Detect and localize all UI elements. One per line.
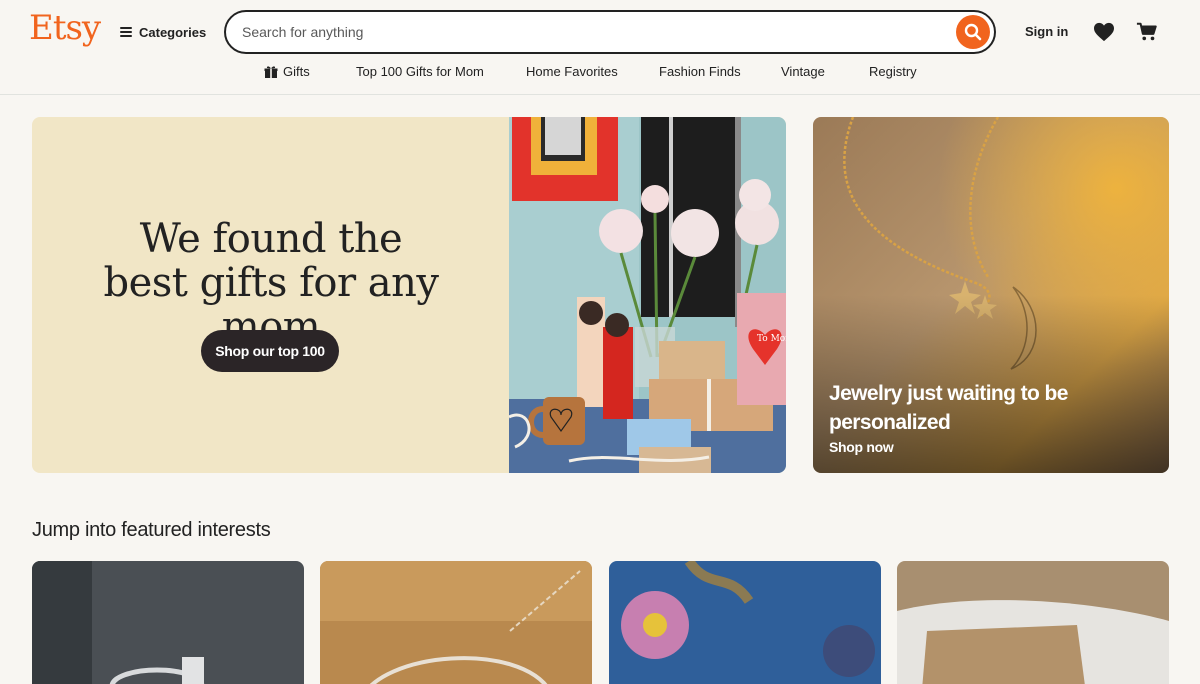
hero-banner: We found the best gifts for any mom Shop… (32, 117, 786, 473)
jewelry-promo-title: Jewelry just waiting to be personalized (829, 382, 1068, 434)
shop-now-link[interactable]: Shop now (829, 439, 894, 455)
site-header: Etsy Categories Sign in (0, 0, 1200, 95)
cart-icon[interactable] (1136, 21, 1158, 43)
search-bar (224, 10, 996, 54)
nav-item-home-favorites[interactable]: Home Favorites (526, 64, 618, 79)
to-mom-card-text: To Mom (757, 334, 786, 344)
search-icon (964, 23, 982, 41)
featured-card-rings[interactable] (32, 561, 304, 684)
featured-image-bag (897, 561, 1169, 684)
shop-top-100-button[interactable]: Shop our top 100 (201, 330, 339, 372)
categories-label: Categories (139, 24, 207, 40)
nav-item-top-100-gifts-for-mom[interactable]: Top 100 Gifts for Mom (356, 64, 484, 79)
featured-card-bag[interactable] (897, 561, 1169, 684)
categories-button[interactable]: Categories (120, 20, 206, 44)
sign-in-link[interactable]: Sign in (1025, 24, 1068, 39)
etsy-logo[interactable]: Etsy (29, 8, 101, 48)
search-input[interactable] (242, 21, 942, 43)
nav-item-registry[interactable]: Registry (869, 64, 917, 79)
featured-interests-heading: Jump into featured interests (32, 519, 271, 541)
menu-icon (120, 27, 132, 37)
nav-item-vintage[interactable]: Vintage (781, 64, 825, 79)
featured-image-flowers (609, 561, 881, 684)
gift-icon (264, 65, 278, 78)
featured-image-rings (32, 561, 304, 684)
featured-card-flowers[interactable] (609, 561, 881, 684)
nav-item-fashion-finds[interactable]: Fashion Finds (659, 64, 741, 79)
search-button[interactable] (956, 15, 990, 49)
nav-label: Gifts (283, 64, 310, 79)
favorites-heart-icon[interactable] (1093, 22, 1115, 42)
hero-image[interactable]: To Mom (509, 117, 786, 473)
featured-image-necklace (320, 561, 592, 684)
jewelry-promo-card[interactable]: Jewelry just waiting to be personalized … (813, 117, 1169, 473)
featured-card-necklace[interactable] (320, 561, 592, 684)
category-nav: Gifts Top 100 Gifts for Mom Home Favorit… (0, 64, 1200, 84)
nav-item-gifts[interactable]: Gifts (264, 64, 310, 79)
